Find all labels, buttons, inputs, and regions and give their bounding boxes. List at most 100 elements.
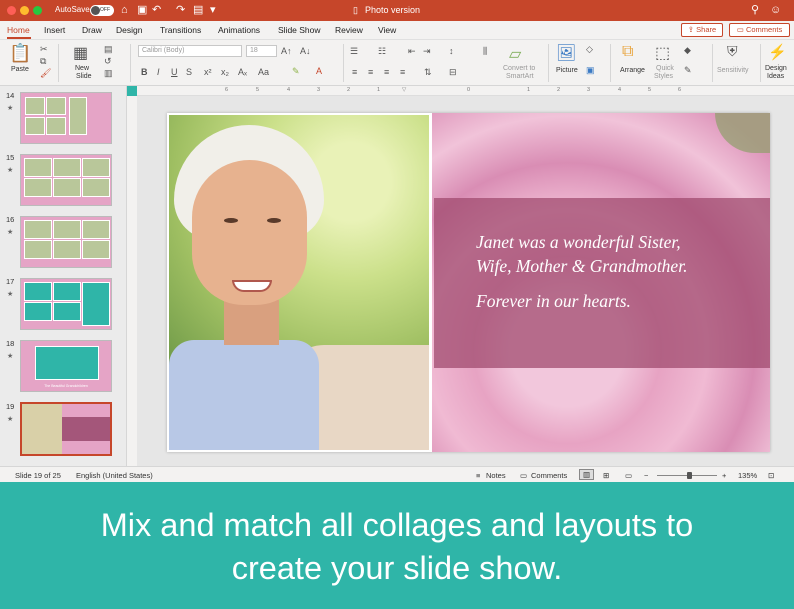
font-name-field[interactable]: Calibri (Body): [138, 45, 242, 57]
decrease-indent-icon[interactable]: ⇤: [408, 46, 416, 57]
justify-icon[interactable]: ≡: [400, 67, 405, 77]
tab-draw[interactable]: Draw: [82, 25, 102, 35]
new-slide-icon[interactable]: ▦: [73, 43, 88, 63]
slide-canvas[interactable]: Janet was a wonderful Sister, Wife, Moth…: [137, 96, 794, 466]
thumbnail-number: 18: [6, 339, 15, 348]
smiley-icon[interactable]: ☺: [770, 3, 781, 18]
cut-icon[interactable]: ✂: [40, 44, 48, 55]
shrink-font-icon[interactable]: A↓: [300, 46, 311, 56]
zoom-out-icon[interactable]: −: [644, 471, 648, 480]
font-size-field[interactable]: 18: [246, 45, 277, 57]
minimize-window-button[interactable]: [20, 6, 29, 15]
comments-button[interactable]: ▭ Comments: [729, 23, 790, 37]
zoom-slider-thumb[interactable]: [687, 472, 692, 479]
reading-view-icon[interactable]: ▭: [625, 471, 632, 480]
layout-icon[interactable]: ▤: [104, 44, 113, 55]
comments-status-button[interactable]: Comments: [531, 471, 567, 480]
columns-icon[interactable]: ⫼: [483, 46, 487, 57]
vertical-ruler[interactable]: [127, 96, 137, 466]
text-band[interactable]: Janet was a wonderful Sister, Wife, Moth…: [434, 198, 770, 368]
tab-home[interactable]: Home: [7, 25, 30, 35]
template-icon[interactable]: ▤: [193, 3, 203, 18]
slide-thumbnail[interactable]: [20, 278, 112, 330]
smartart-icon[interactable]: ▱: [509, 44, 521, 64]
highlight-icon[interactable]: ✎: [292, 66, 300, 77]
thumbnail-photo: [24, 158, 52, 177]
zoom-level[interactable]: 135%: [738, 471, 757, 480]
change-case-icon[interactable]: Aa: [258, 67, 269, 77]
shapes-icon[interactable]: ◇: [586, 44, 593, 55]
autosave-toggle[interactable]: OFF: [90, 5, 114, 16]
fit-slide-icon[interactable]: ⊡: [768, 471, 774, 480]
portrait-photo[interactable]: [167, 113, 431, 452]
copy-icon[interactable]: ⧉: [40, 56, 46, 67]
home-icon[interactable]: ⌂: [121, 3, 128, 18]
slide-thumbnail[interactable]: [20, 216, 112, 268]
ruler-indent-marker[interactable]: ▽: [402, 87, 406, 93]
slide-text-line-1[interactable]: Janet was a wonderful Sister,: [476, 232, 681, 253]
customize-icon[interactable]: ▾: [210, 3, 216, 18]
numbering-icon[interactable]: ☷: [378, 46, 386, 57]
align-center-icon[interactable]: ≡: [368, 67, 373, 77]
align-text-icon[interactable]: ⊟: [449, 67, 457, 78]
tab-animations[interactable]: Animations: [218, 25, 260, 35]
line-spacing-icon[interactable]: ↕: [449, 46, 454, 56]
tab-design[interactable]: Design: [116, 25, 142, 35]
tab-transitions[interactable]: Transitions: [160, 25, 201, 35]
reset-icon[interactable]: ↺: [104, 56, 112, 67]
paste-icon[interactable]: 📋: [9, 43, 31, 64]
tab-view[interactable]: View: [378, 25, 396, 35]
italic-icon[interactable]: I: [157, 67, 160, 77]
slide-thumbnail[interactable]: [20, 154, 112, 206]
slide-thumbnail-selected[interactable]: [20, 402, 112, 456]
slide-thumbnails-pane[interactable]: 14 ★ 15 ★ 16 ★ 17 ★ 18 ★ The Beautiful G…: [0, 86, 127, 466]
close-window-button[interactable]: [7, 6, 16, 15]
tab-review[interactable]: Review: [335, 25, 363, 35]
arrange-icon[interactable]: ⧉: [622, 43, 633, 61]
grow-font-icon[interactable]: A↑: [281, 46, 292, 56]
save-icon[interactable]: ▣: [137, 3, 147, 18]
align-left-icon[interactable]: ≡: [352, 67, 357, 77]
redo-icon[interactable]: ↷: [176, 3, 185, 18]
slide-thumbnail[interactable]: The Beautiful Grandchildren: [20, 340, 112, 392]
textbox-icon[interactable]: ▣: [586, 65, 595, 76]
horizontal-ruler[interactable]: 6 5 4 3 2 1 ▽ 0 1 2 3 4 5 6: [137, 86, 794, 96]
slide-text-line-3[interactable]: Forever in our hearts.: [476, 291, 631, 312]
slide-sorter-icon[interactable]: ⊞: [603, 471, 609, 480]
slide[interactable]: Janet was a wonderful Sister, Wife, Moth…: [167, 113, 770, 452]
share-button[interactable]: ⇪ Share: [681, 23, 723, 37]
shadow-icon[interactable]: S: [186, 67, 192, 77]
language-indicator[interactable]: English (United States): [76, 471, 153, 480]
tab-slide-show[interactable]: Slide Show: [278, 25, 321, 35]
maximize-window-button[interactable]: [33, 6, 42, 15]
bold-icon[interactable]: B: [141, 67, 148, 77]
superscript-icon[interactable]: x²: [204, 67, 212, 77]
bullets-icon[interactable]: ☰: [350, 46, 358, 57]
notes-button[interactable]: Notes: [486, 471, 506, 480]
zoom-in-icon[interactable]: +: [722, 471, 726, 480]
increase-indent-icon[interactable]: ⇥: [423, 46, 431, 57]
search-icon[interactable]: ⚲: [751, 3, 759, 18]
picture-icon[interactable]: 🖼: [556, 43, 576, 63]
photo-eye: [224, 218, 238, 223]
text-direction-icon[interactable]: ⇅: [424, 67, 432, 78]
slide-text-line-2[interactable]: Wife, Mother & Grandmother.: [476, 256, 687, 277]
photo-shirt: [169, 340, 319, 450]
underline-icon[interactable]: U: [171, 67, 178, 77]
design-ideas-icon[interactable]: ⚡: [768, 43, 787, 61]
undo-icon[interactable]: ↶: [152, 3, 161, 18]
clear-format-icon[interactable]: Aₓ: [238, 67, 247, 77]
font-color-icon[interactable]: A: [316, 66, 322, 76]
sensitivity-icon[interactable]: ⛨: [727, 43, 738, 60]
tab-insert[interactable]: Insert: [44, 25, 65, 35]
document-title[interactable]: Photo version: [365, 5, 420, 15]
subscript-icon[interactable]: x₂: [221, 67, 229, 77]
format-painter-icon[interactable]: 🖌: [40, 68, 51, 79]
quick-styles-icon[interactable]: ⬚: [655, 43, 670, 63]
shape-outline-icon[interactable]: ✎: [684, 65, 692, 76]
section-icon[interactable]: ▥: [104, 68, 113, 79]
normal-view-icon[interactable]: ▥: [579, 469, 595, 480]
align-right-icon[interactable]: ≡: [384, 67, 389, 77]
slide-thumbnail[interactable]: [20, 92, 112, 144]
shape-fill-icon[interactable]: ◆: [684, 45, 691, 56]
